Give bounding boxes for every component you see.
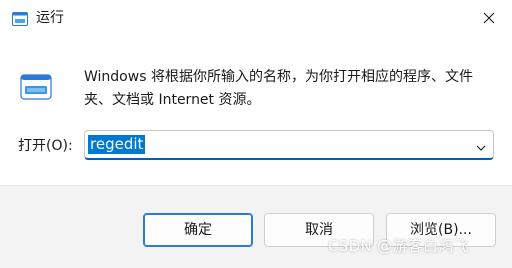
title-bar[interactable]: 运行 (0, 0, 512, 36)
open-label: 打开(O): (18, 138, 73, 154)
run-dialog: 运行 Windows 将根据你所输入的名称，为你打开相应的程序、文件夹、文档或 … (0, 0, 512, 268)
dialog-content: Windows 将根据你所输入的名称，为你打开相应的程序、文件夹、文档或 Int… (0, 36, 512, 185)
window-title: 运行 (36, 10, 64, 26)
watermark: CSDN @游客白鸿飞 (328, 237, 469, 255)
run-command-input[interactable]: regedit (84, 130, 494, 160)
run-dialog-icon (20, 74, 52, 100)
run-icon (12, 11, 28, 26)
run-command-value[interactable]: regedit (88, 135, 146, 154)
ok-button[interactable]: 确定 (143, 213, 253, 247)
dialog-description: Windows 将根据你所输入的名称，为你打开相应的程序、文件夹、文档或 Int… (84, 69, 473, 108)
close-icon (483, 12, 495, 24)
close-button[interactable] (466, 0, 512, 36)
chevron-down-icon[interactable] (475, 139, 487, 151)
